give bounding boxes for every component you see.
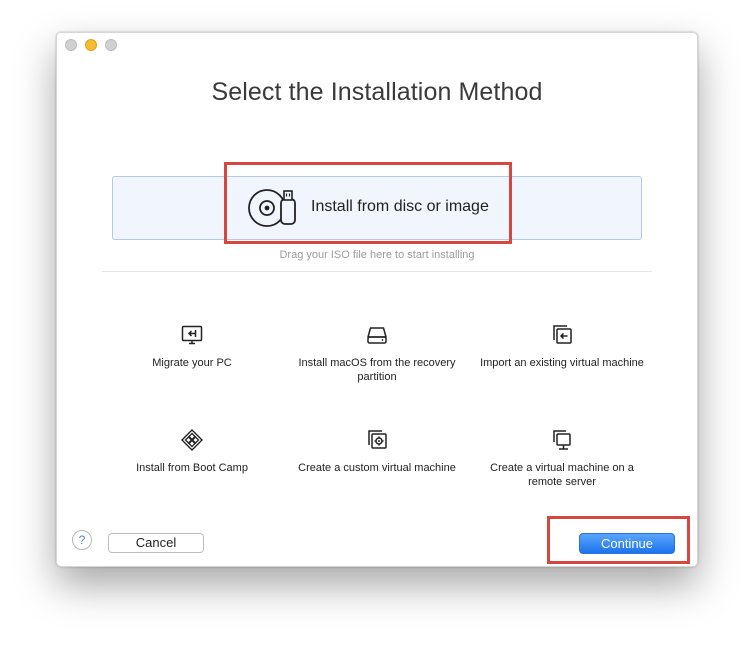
remote-server-vm-label: Create a virtual machine on a remote ser… <box>490 462 634 488</box>
help-button[interactable]: ? <box>72 530 92 550</box>
custom-vm-label: Create a custom virtual machine <box>298 462 456 474</box>
section-divider <box>102 271 652 272</box>
continue-button[interactable]: Continue <box>579 533 675 554</box>
remote-server-icon <box>553 430 571 450</box>
zoom-window-button[interactable] <box>105 39 117 51</box>
monitor-import-icon <box>181 325 203 345</box>
minimize-window-button[interactable] <box>85 39 97 51</box>
migrate-pc-option[interactable]: Migrate your PC <box>107 323 277 370</box>
install-from-disc-option[interactable]: Install from disc or image <box>112 176 642 240</box>
drop-hint-text: Drag your ISO file here to start install… <box>279 249 475 261</box>
boot-camp-icon <box>181 429 203 451</box>
disc-usb-icon <box>248 189 296 227</box>
close-window-button[interactable] <box>65 39 77 51</box>
import-vm-label: Import an existing virtual machine <box>480 357 644 369</box>
boot-camp-label: Install from Boot Camp <box>136 462 248 474</box>
page-title: Select the Installation Method <box>211 78 543 106</box>
import-vm-option[interactable]: Import an existing virtual machine <box>477 323 647 370</box>
migrate-pc-label: Migrate your PC <box>152 357 232 369</box>
install-macos-recovery-option[interactable]: Install macOS from the recovery partitio… <box>292 323 462 384</box>
cancel-button[interactable]: Cancel <box>108 533 204 553</box>
import-vm-icon <box>553 325 572 344</box>
remote-server-vm-option[interactable]: Create a virtual machine on a remote ser… <box>477 428 647 489</box>
install-from-disc-label: Install from disc or image <box>311 198 489 215</box>
hard-drive-icon <box>367 327 387 344</box>
custom-vm-gear-icon <box>368 430 387 449</box>
boot-camp-option[interactable]: Install from Boot Camp <box>107 428 277 475</box>
custom-vm-option[interactable]: Create a custom virtual machine <box>292 428 462 475</box>
installation-assistant-window: Select the Installation Method Install f… <box>56 32 698 567</box>
install-macos-recovery-label: Install macOS from the recovery partitio… <box>298 357 456 383</box>
